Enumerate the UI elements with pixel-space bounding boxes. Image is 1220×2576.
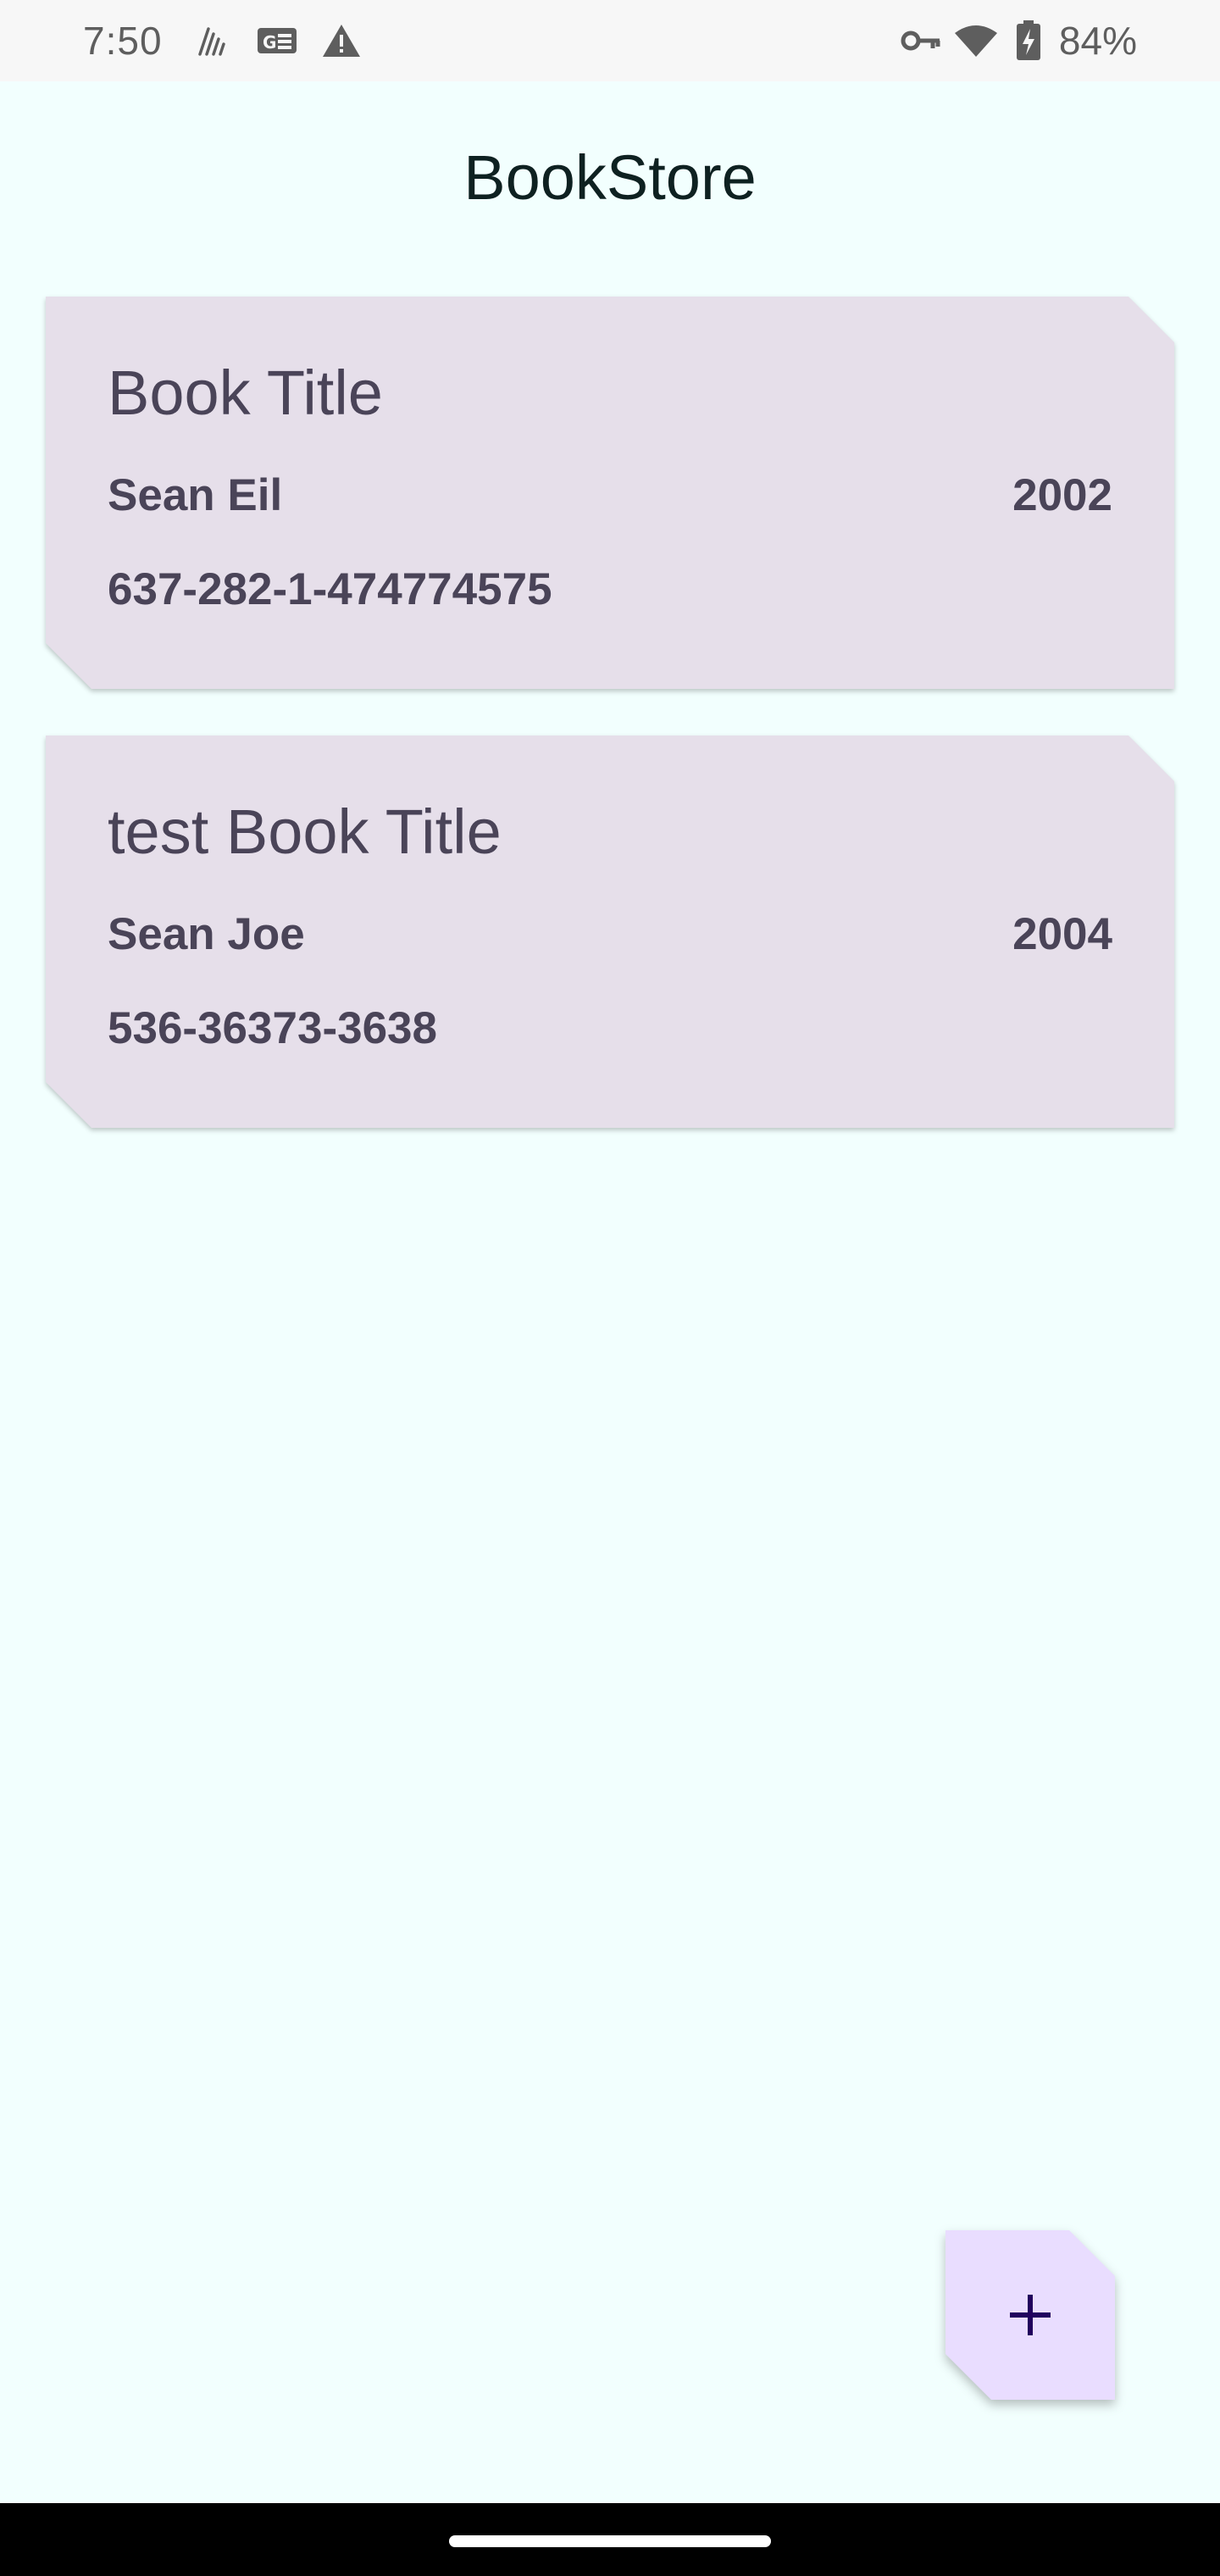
status-bar: 7:50 G 84% [0,0,1220,81]
battery-charging-icon [1013,20,1044,60]
page-title: BookStore [463,142,757,213]
svg-text:G: G [263,32,276,53]
book-card[interactable]: Book Title Sean Eil 2002 637-282-1-47477… [46,297,1174,689]
status-time: 7:50 [83,19,163,63]
book-title: test Book Title [108,797,502,867]
fab-wrapper [946,2230,1115,2400]
home-gesture-handle[interactable] [449,2535,771,2547]
book-isbn: 637-282-1-474774575 [108,564,552,614]
warning-icon [320,22,363,59]
wifi-icon [952,22,1000,59]
book-isbn: 536-36373-3638 [108,1003,438,1053]
add-book-button[interactable] [946,2230,1115,2400]
book-year: 2004 [1012,909,1112,959]
news-card-icon: G [256,22,298,59]
battery-percent: 84% [1058,19,1137,63]
book-card[interactable]: test Book Title Sean Joe 2004 536-36373-… [46,736,1174,1128]
plus-icon [1010,2295,1051,2335]
book-author: Sean Eil [108,470,283,520]
vpn-key-icon [900,22,942,59]
navigation-bar [0,2503,1220,2576]
book-title: Book Title [108,358,383,428]
book-year: 2002 [1012,470,1112,520]
signal-strength-icon [195,22,229,59]
book-author: Sean Joe [108,909,305,959]
